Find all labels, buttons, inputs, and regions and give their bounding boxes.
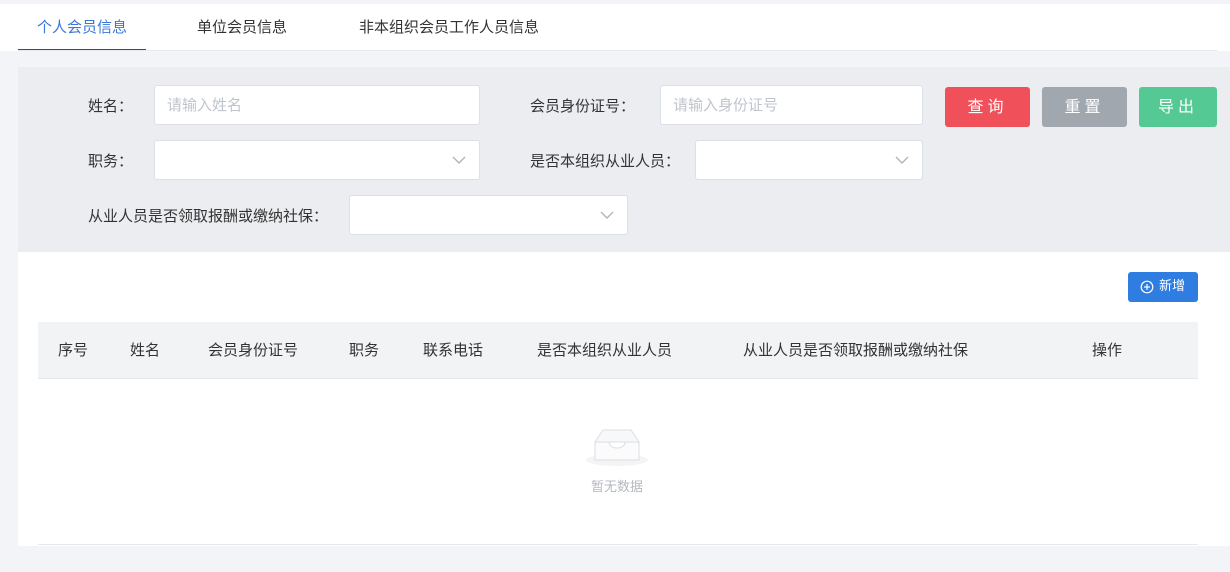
empty-inbox-icon — [586, 429, 648, 466]
query-button[interactable]: 查询 — [945, 87, 1030, 127]
tab-personal-members[interactable]: 个人会员信息 — [18, 4, 146, 51]
position-label: 职务： — [88, 152, 134, 170]
chevron-down-icon — [600, 211, 614, 219]
column-header: 职务 — [349, 341, 380, 359]
tab-divider — [18, 50, 1217, 51]
table-header: 序号 姓名 会员身份证号 职务 联系电话 是否本组织从业人员 从业人员是否领取报… — [38, 322, 1198, 379]
main-content: 新增 序号 姓名 会员身份证号 职务 联系电话 是否本组织从业人员 从业人员是否… — [18, 252, 1230, 546]
name-input[interactable]: 请输入姓名 — [154, 85, 480, 125]
column-header: 从业人员是否领取报酬或缴纳社保 — [743, 341, 969, 359]
filter-panel: 姓名： 请输入姓名 会员身份证号： 请输入身份证号 查询 重置 导出 职务： 是… — [18, 67, 1230, 252]
position-select[interactable] — [154, 140, 480, 180]
export-button[interactable]: 导出 — [1139, 87, 1217, 127]
column-header: 序号 — [58, 341, 89, 359]
id-number-label: 会员身份证号： — [530, 97, 636, 115]
is-staff-label: 是否本组织从业人员： — [530, 152, 681, 170]
add-button[interactable]: 新增 — [1128, 272, 1198, 302]
column-header: 联系电话 — [423, 341, 484, 359]
column-header: 是否本组织从业人员 — [537, 341, 673, 359]
social-security-label: 从业人员是否领取报酬或缴纳社保： — [88, 207, 329, 225]
chevron-down-icon — [452, 156, 466, 164]
table-bottom-border — [38, 544, 1198, 545]
column-header: 姓名 — [130, 341, 161, 359]
chevron-down-icon — [895, 156, 909, 164]
reset-button[interactable]: 重置 — [1042, 87, 1127, 127]
tab-non-member-staff[interactable]: 非本组织会员工作人员信息 — [338, 4, 560, 51]
plus-circle-icon — [1140, 280, 1154, 294]
id-number-input[interactable]: 请输入身份证号 — [660, 85, 923, 125]
tab-unit-members[interactable]: 单位会员信息 — [178, 4, 306, 51]
column-header: 会员身份证号 — [208, 341, 299, 359]
column-header: 操作 — [1092, 341, 1123, 359]
tab-bar: 个人会员信息 单位会员信息 非本组织会员工作人员信息 — [0, 4, 1230, 51]
add-button-label: 新增 — [1159, 279, 1186, 294]
empty-state-text: 暂无数据 — [590, 480, 643, 495]
social-security-select[interactable] — [349, 195, 628, 235]
is-staff-select[interactable] — [695, 140, 923, 180]
name-label: 姓名： — [88, 97, 134, 115]
page: 个人会员信息 单位会员信息 非本组织会员工作人员信息 姓名： 请输入姓名 会员身… — [0, 0, 1230, 572]
